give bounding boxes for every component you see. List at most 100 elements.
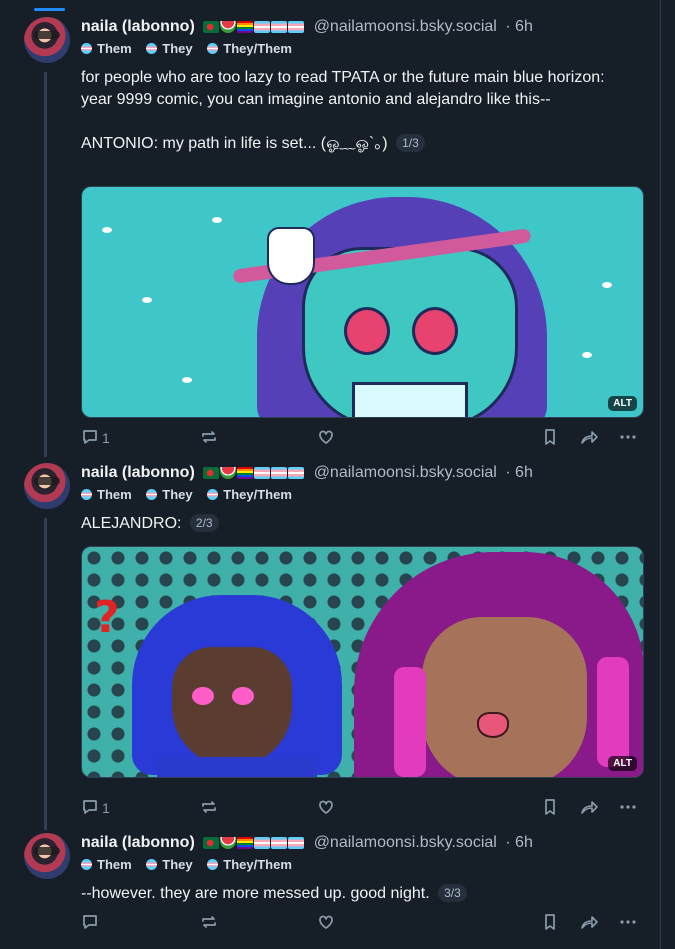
bookmark-icon: [545, 429, 555, 445]
share-button[interactable]: [580, 428, 598, 448]
like-button[interactable]: [317, 913, 335, 933]
bookmark-button[interactable]: [541, 428, 559, 448]
reply-icon: [83, 800, 97, 814]
character-eye: [344, 307, 390, 355]
display-name-emoji: [203, 465, 305, 485]
trans-flag-icon: [288, 837, 305, 849]
pronoun-labels: Them They They/Them: [81, 857, 303, 873]
character-face: [422, 617, 587, 777]
trans-flag-icon: [146, 43, 158, 54]
pronoun-labels: Them They They/Them: [81, 41, 303, 57]
more-options-button[interactable]: [619, 798, 637, 818]
pronoun-label[interactable]: They/Them: [207, 857, 292, 873]
post-image[interactable]: ? ALT: [81, 546, 644, 778]
pride-flag-icon: [237, 21, 254, 33]
reply-icon: [83, 915, 97, 929]
trans-flag-icon: [254, 467, 271, 479]
avatar[interactable]: [24, 17, 70, 63]
character-eye: [192, 687, 214, 705]
post-image[interactable]: ALT: [81, 186, 644, 418]
ellipsis-icon: [620, 920, 636, 924]
pride-flag-icon: [237, 467, 254, 479]
trans-flag-icon: [81, 859, 92, 870]
petal: [582, 352, 592, 358]
bangladesh-flag-icon: [203, 837, 220, 849]
post-actions: 1: [81, 798, 641, 818]
author-handle[interactable]: @nailamoonsi.bsky.social: [314, 834, 497, 851]
repost-button[interactable]: [200, 428, 218, 448]
pronoun-label[interactable]: They: [146, 41, 193, 57]
petal: [212, 217, 222, 223]
bookmark-icon: [545, 799, 555, 815]
repost-button[interactable]: [200, 913, 218, 933]
thread-post-3[interactable]: naila (labonno) @nailamoonsi.bsky.social…: [0, 833, 660, 943]
share-button[interactable]: [580, 913, 598, 933]
petal: [142, 297, 152, 303]
author-name[interactable]: naila (labonno): [81, 834, 195, 851]
character-eye: [232, 687, 254, 705]
pronoun-label[interactable]: Them: [81, 857, 132, 873]
post-time[interactable]: · 6h: [505, 464, 533, 481]
display-name-emoji: [203, 19, 305, 39]
pronoun-label[interactable]: They: [146, 487, 193, 503]
trans-flag-icon: [81, 43, 92, 54]
avatar[interactable]: [24, 833, 70, 879]
thread-count-badge: 2/3: [189, 514, 219, 532]
ellipsis-icon: [620, 435, 636, 439]
trans-flag-icon: [146, 859, 158, 870]
post-actions: [81, 913, 641, 933]
pronoun-label[interactable]: Them: [81, 41, 132, 57]
post-time[interactable]: · 6h: [505, 18, 533, 35]
pronoun-label[interactable]: They/Them: [207, 41, 292, 57]
question-mark-doodle: ?: [94, 592, 120, 643]
thread-post-2[interactable]: naila (labonno) @nailamoonsi.bsky.social…: [0, 463, 660, 828]
bookmark-button[interactable]: [541, 913, 559, 933]
character-collar: [352, 382, 468, 417]
post-time[interactable]: · 6h: [505, 834, 533, 851]
character-face: [172, 647, 292, 767]
author-handle[interactable]: @nailamoonsi.bsky.social: [314, 18, 497, 35]
share-button[interactable]: [580, 798, 598, 818]
pronoun-label[interactable]: They/Them: [207, 487, 292, 503]
reply-button[interactable]: [81, 913, 102, 933]
trans-flag-icon: [271, 467, 288, 479]
character-eye: [412, 307, 458, 355]
bangladesh-flag-icon: [203, 21, 220, 33]
like-button[interactable]: [317, 798, 335, 818]
repost-button[interactable]: [200, 798, 218, 818]
petal: [602, 282, 612, 288]
trans-flag-icon: [254, 21, 271, 33]
thread-count-badge: 3/3: [438, 884, 467, 902]
post-text: for people who are too lazy to read TPAT…: [81, 69, 605, 152]
bookmark-button[interactable]: [541, 798, 559, 818]
petal: [182, 377, 192, 383]
post-header: naila (labonno) @nailamoonsi.bsky.social…: [81, 17, 533, 39]
pronoun-label[interactable]: Them: [81, 487, 132, 503]
reply-button[interactable]: 1: [81, 428, 110, 448]
bookmark-icon: [545, 914, 555, 930]
alt-text-badge[interactable]: ALT: [608, 396, 637, 411]
more-options-button[interactable]: [619, 913, 637, 933]
trans-flag-icon: [288, 21, 305, 33]
more-options-button[interactable]: [619, 428, 637, 448]
author-name[interactable]: naila (labonno): [81, 18, 195, 35]
avatar[interactable]: [24, 463, 70, 509]
author-handle[interactable]: @nailamoonsi.bsky.social: [314, 464, 497, 481]
pronoun-labels: Them They They/Them: [81, 487, 303, 503]
share-icon: [581, 431, 598, 444]
reply-button[interactable]: 1: [81, 798, 110, 818]
author-name[interactable]: naila (labonno): [81, 464, 195, 481]
trans-flag-icon: [207, 859, 219, 870]
watermelon-icon: [220, 467, 237, 479]
thread-post-1[interactable]: naila (labonno) @nailamoonsi.bsky.social…: [0, 17, 660, 457]
post-text: ALEJANDRO: 2/3: [81, 513, 629, 535]
pronoun-label[interactable]: They: [146, 857, 193, 873]
watermelon-icon: [220, 837, 237, 849]
bangladesh-flag-icon: [203, 467, 220, 479]
display-name-emoji: [203, 835, 305, 855]
like-button[interactable]: [317, 428, 335, 448]
petal: [102, 227, 112, 233]
trans-flag-icon: [271, 837, 288, 849]
thread-count-badge: 1/3: [396, 134, 425, 152]
alt-text-badge[interactable]: ALT: [608, 756, 637, 771]
